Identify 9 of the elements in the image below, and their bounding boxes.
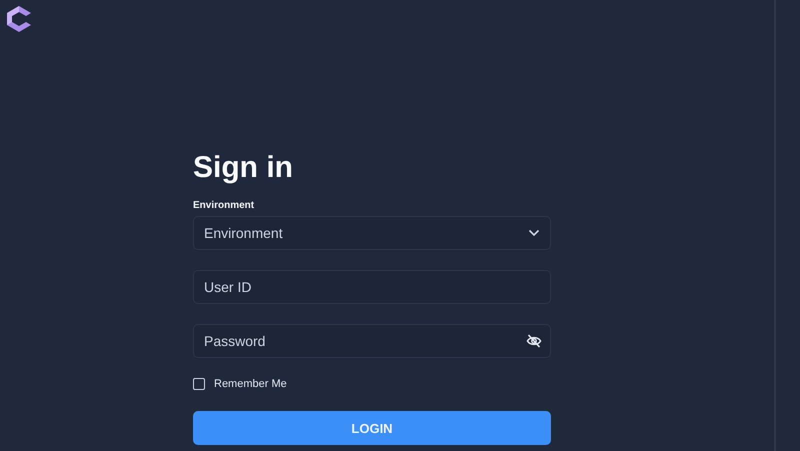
page-heading: Sign in: [193, 150, 294, 186]
eye-slash-icon[interactable]: [526, 334, 542, 348]
environment-dropdown[interactable]: Environment: [193, 216, 551, 250]
field-label: Environment: [193, 200, 256, 211]
chevron-down-icon: [528, 229, 540, 237]
checkbox-label: Remember Me: [214, 378, 287, 390]
password-field[interactable]: Password: [193, 324, 551, 358]
remember-checkbox[interactable]: [193, 378, 205, 390]
user-id-field[interactable]: User ID: [193, 270, 551, 304]
